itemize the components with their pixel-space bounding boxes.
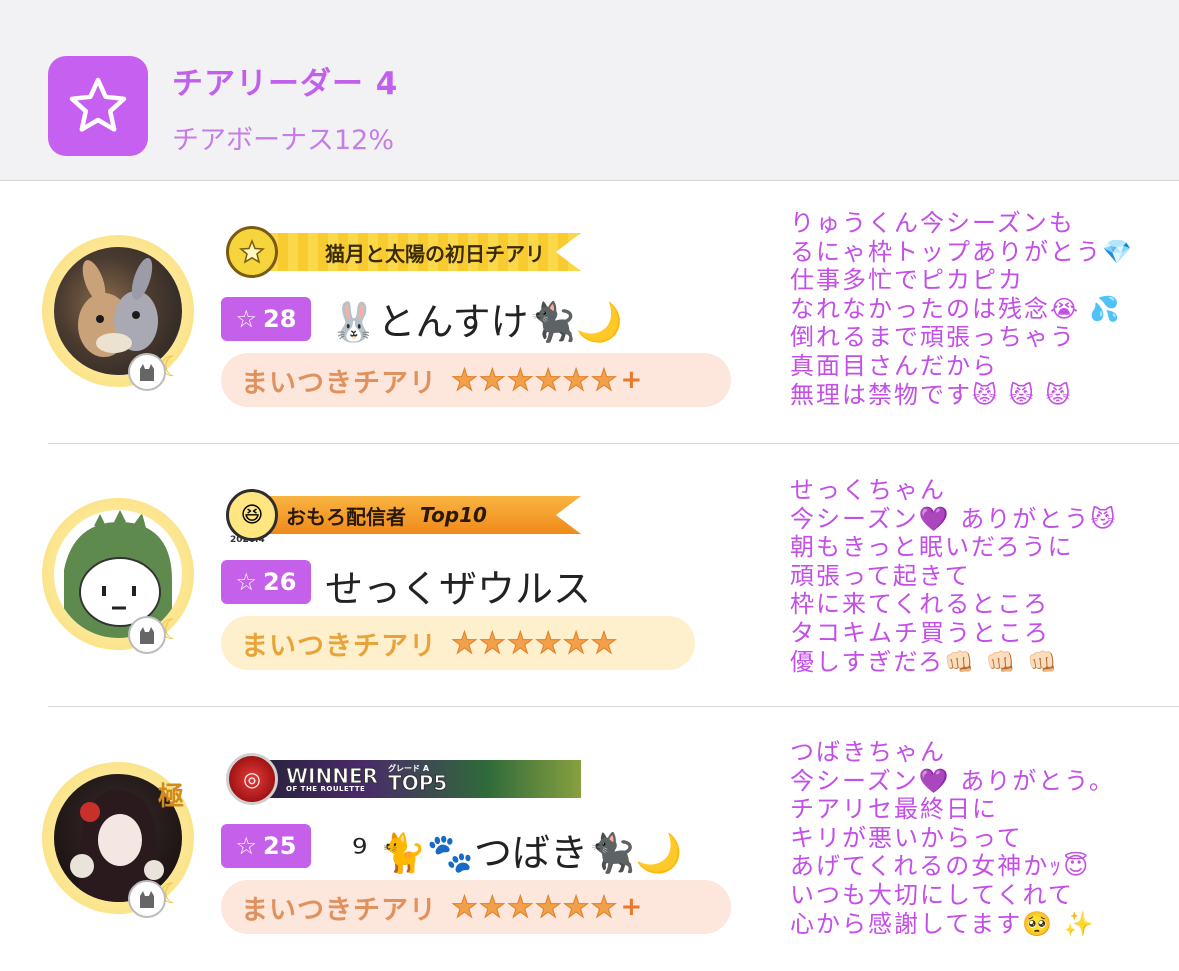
cheer-message: りゅうくん今シーズンも るにゃ枠トップありがとう💎 仕事多忙でピカピカ なれなか…	[790, 209, 1134, 409]
title-badge-text: WINNER	[285, 763, 379, 788]
star-icon: ★	[451, 625, 479, 661]
cheer-label: まいつきチアリ	[241, 367, 437, 399]
title-badge-text: 猫月と太陽の初日チアリ	[325, 241, 545, 266]
star-icon: ★	[534, 625, 562, 661]
title-badge-text: おもろ配信者	[286, 504, 406, 529]
cheer-message: つばきちゃん 今シーズン💜 ありがとう。 チアリセ最終日に キリが悪いからって …	[790, 738, 1115, 938]
rank-title: チアリーダー 4	[172, 66, 399, 102]
user-name[interactable]: せっくザウルス	[325, 558, 591, 613]
star-icon: ★	[534, 889, 562, 925]
level-value: 25	[263, 832, 297, 860]
user-name[interactable]: ⁹ 🐈🐾つばき🐈‍⬛🌙	[352, 822, 683, 877]
avatar-mark: 極	[157, 782, 184, 812]
title-badge-ribbon: WINNER OF THE ROULETTE グレード A TOP5	[268, 760, 581, 798]
avatar[interactable]: 極 ☾	[42, 762, 194, 918]
star-plus: +	[620, 365, 643, 395]
star-icon	[69, 77, 127, 132]
star-icon: ★	[506, 362, 534, 398]
row-divider	[48, 706, 1179, 707]
cheer-status-pill: まいつきチアリ ★ ★ ★ ★ ★ ★ +	[221, 880, 731, 934]
star-icon: ★	[506, 625, 534, 661]
cheer-status-pill: まいつきチアリ ★ ★ ★ ★ ★ ★	[221, 616, 695, 670]
star-icon: ★	[590, 625, 618, 661]
title-badge-top: TOP5	[388, 771, 448, 795]
star-icon: ★	[534, 362, 562, 398]
star-icon: ★	[506, 889, 534, 925]
rank-header: チアリーダー 4 チアボーナス12%	[0, 0, 1179, 181]
star-icon: ★	[590, 362, 618, 398]
star-icon: ★	[562, 889, 590, 925]
star-icon: ★	[562, 625, 590, 661]
laughing-medal-icon: 😆	[226, 489, 278, 541]
star-icon: ★	[562, 362, 590, 398]
title-badge[interactable]: 猫月と太陽の初日チアリ	[226, 226, 581, 278]
level-value: 26	[263, 568, 297, 596]
user-name[interactable]: 🐰とんすけ🐈‍⬛🌙	[330, 291, 623, 346]
level-star-icon: ☆	[235, 832, 258, 860]
star-icon: ★	[478, 889, 506, 925]
level-badge: ☆ 28	[221, 297, 311, 341]
title-badge[interactable]: ◎ WINNER OF THE ROULETTE グレード A TOP5	[226, 753, 581, 805]
roulette-medal-icon: ◎	[226, 753, 278, 805]
cat-badge-icon	[128, 353, 166, 391]
star-icon: ★	[478, 362, 506, 398]
star-plus: +	[620, 892, 643, 922]
level-star-icon: ☆	[235, 568, 258, 596]
title-badge-sub: OF THE ROULETTE	[286, 784, 366, 793]
cheer-message: せっくちゃん 今シーズン💜 ありがとう😼 朝もきっと眠いだろうに 頑張って起きて…	[790, 476, 1118, 676]
star-rating: ★ ★ ★ ★ ★ ★ +	[451, 889, 643, 925]
star-icon: ★	[590, 889, 618, 925]
cheer-bonus-text: チアボーナス12%	[172, 125, 395, 156]
title-badge-top: Top10	[420, 503, 487, 527]
cheer-label: まいつきチアリ	[241, 630, 437, 662]
cheerer-row[interactable]: ☾ 😆 おもろ配信者 Top10 2026.4 ☆ 26 せっくザウルス まいつ…	[0, 444, 1179, 707]
level-badge: ☆ 25	[221, 824, 311, 868]
star-medal-icon	[226, 226, 278, 278]
cheer-label: まいつきチアリ	[241, 894, 437, 926]
cheer-status-pill: まいつきチアリ ★ ★ ★ ★ ★ ★ +	[221, 353, 731, 407]
level-badge: ☆ 26	[221, 560, 311, 604]
cheerer-row[interactable]: ☾ 猫月と太陽の初日チアリ ☆ 28 🐰とんすけ🐈‍⬛🌙 まいつきチアリ ★ ★ ★…	[0, 181, 1179, 444]
star-rating: ★ ★ ★ ★ ★ ★ +	[451, 362, 643, 398]
avatar[interactable]: ☾	[42, 235, 194, 391]
title-badge-ribbon: 猫月と太陽の初日チアリ	[268, 233, 581, 271]
star-icon: ★	[451, 362, 479, 398]
star-icon: ★	[478, 625, 506, 661]
title-badge-ribbon: おもろ配信者 Top10	[268, 496, 581, 534]
star-icon: ★	[451, 889, 479, 925]
title-badge[interactable]: 😆 おもろ配信者 Top10	[226, 489, 581, 541]
avatar[interactable]: ☾	[42, 498, 194, 654]
rank-star-badge	[48, 56, 148, 156]
cheerer-row[interactable]: 極 ☾ ◎ WINNER OF THE ROULETTE グレード A TOP5…	[0, 708, 1179, 971]
cat-badge-icon	[128, 616, 166, 654]
cat-badge-icon	[128, 880, 166, 918]
star-rating: ★ ★ ★ ★ ★ ★	[451, 625, 620, 661]
level-value: 28	[263, 305, 297, 333]
level-star-icon: ☆	[235, 305, 258, 333]
